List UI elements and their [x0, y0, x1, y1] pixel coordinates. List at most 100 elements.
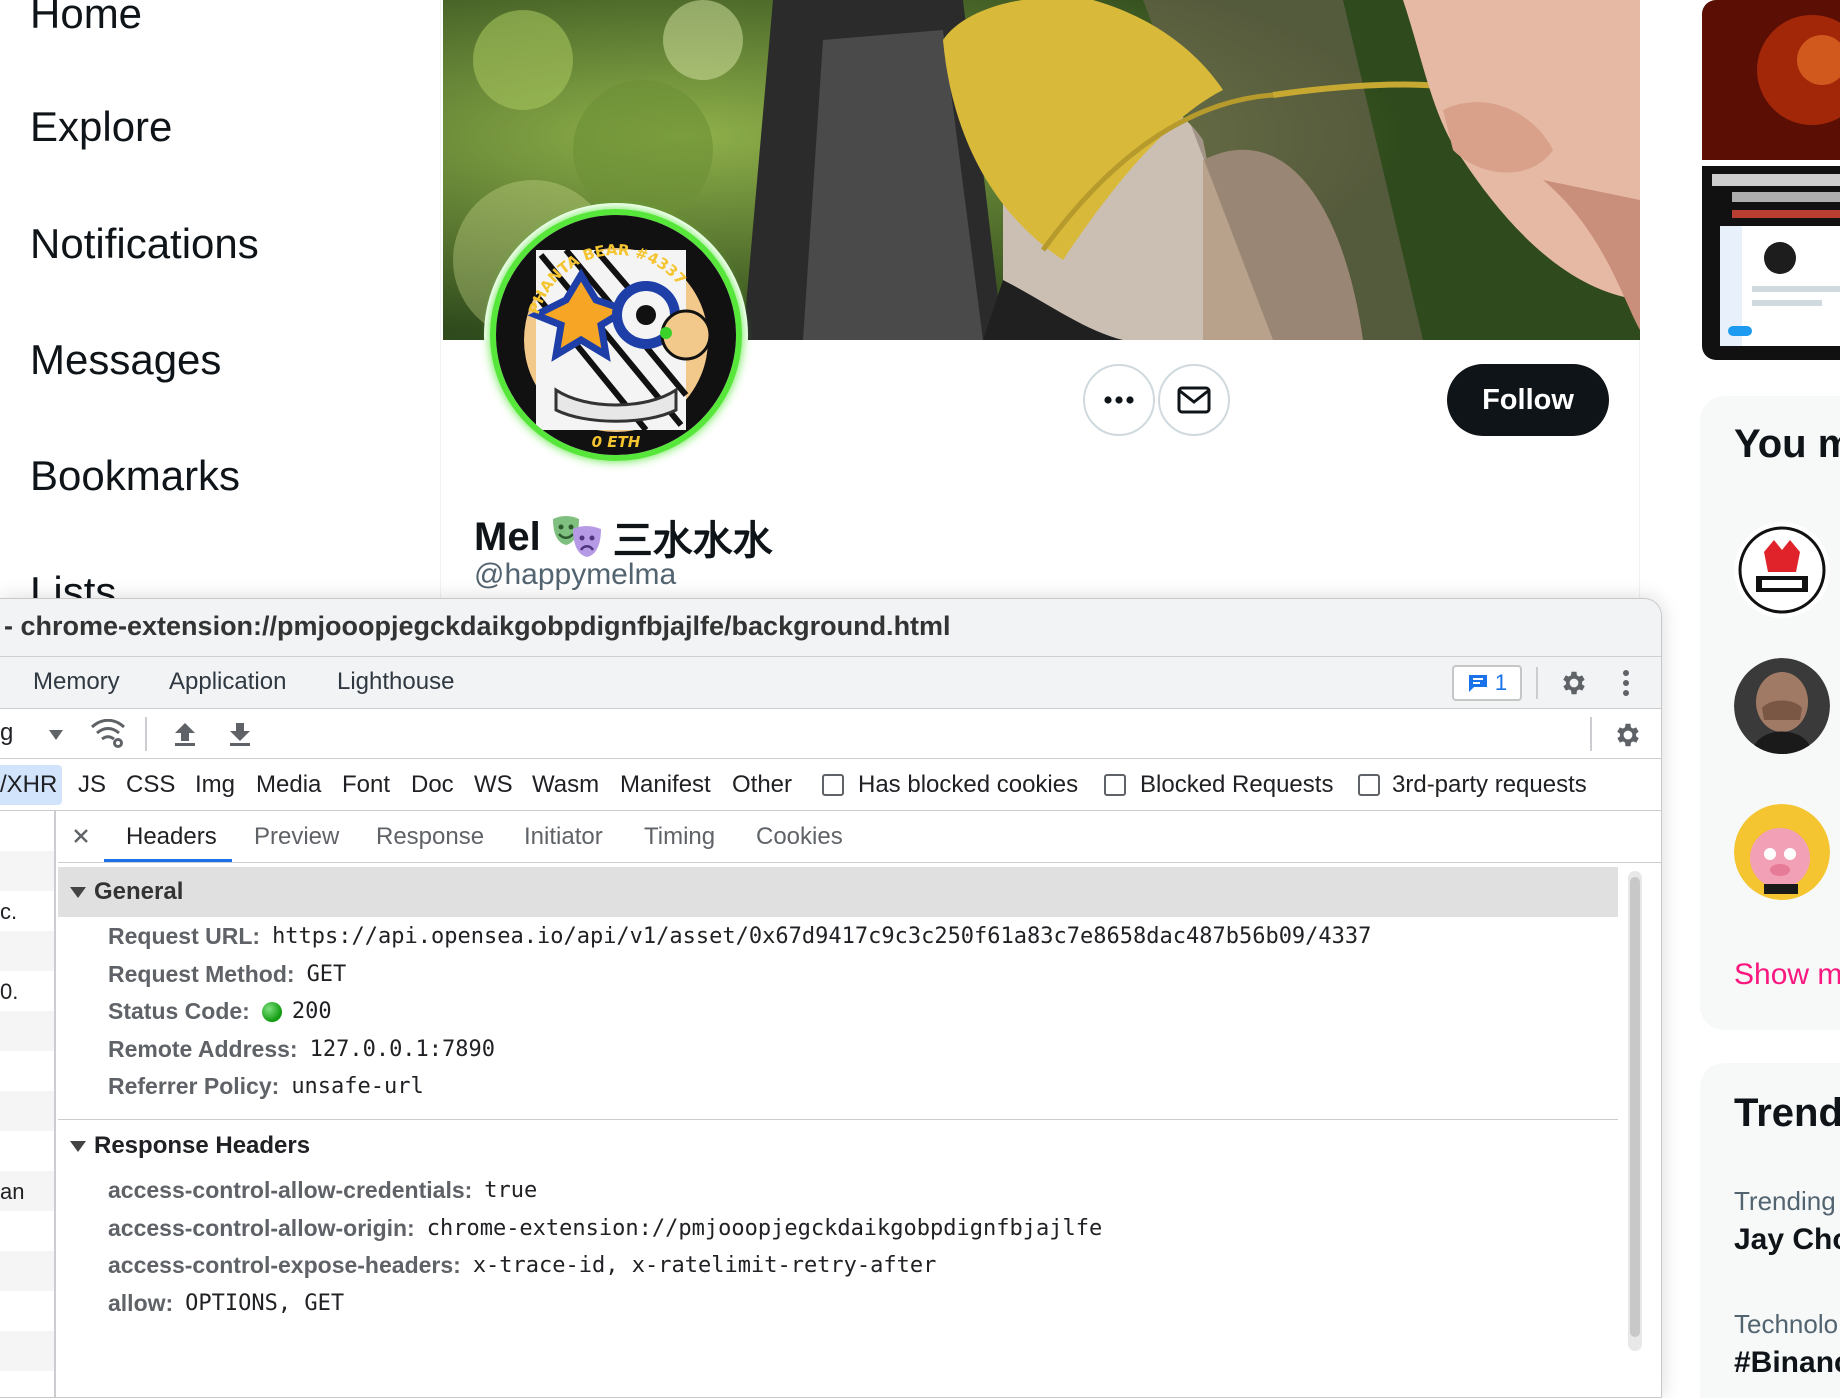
header-row: access-control-allow-origin: chrome-exte…	[108, 1215, 1102, 1242]
header-row: Referrer Policy: unsafe-url	[108, 1073, 424, 1100]
request-row[interactable]	[0, 1211, 54, 1251]
settings-gear-icon[interactable]	[1556, 665, 1592, 701]
filter-media[interactable]: Media	[256, 771, 321, 799]
header-value: chrome-extension://pmjooopjegckdaikgobpd…	[426, 1216, 1103, 1241]
request-name-fragment: c.	[0, 899, 18, 924]
suggestion-avatar-3[interactable]	[1734, 804, 1830, 900]
network-settings-gear-icon[interactable]	[1610, 717, 1646, 753]
throttling-select-label[interactable]: g	[0, 719, 13, 747]
header-key: Remote Address:	[108, 1036, 298, 1062]
follow-button[interactable]: Follow	[1447, 364, 1609, 436]
separator	[1536, 667, 1538, 699]
tab-response[interactable]: Response	[376, 823, 484, 851]
detail-tabs: Headers Preview Response Initiator Timin…	[58, 811, 1661, 863]
filter-ws[interactable]: WS	[474, 771, 513, 799]
request-list: c. 0. an	[0, 811, 56, 1397]
request-row[interactable]	[0, 1291, 54, 1331]
has-blocked-cookies-label[interactable]: Has blocked cookies	[858, 771, 1078, 799]
request-name-fragment: 0.	[0, 979, 19, 1004]
devtools-title-bar[interactable]: - chrome-extension://pmjooopjegckdaikgob…	[0, 599, 1661, 657]
request-row[interactable]: 0.	[0, 971, 54, 1011]
trend-category-1: Trending	[1734, 1186, 1836, 1216]
tab-memory[interactable]: Memory	[33, 668, 120, 696]
issues-badge[interactable]: 1	[1452, 665, 1522, 701]
close-icon[interactable]	[68, 823, 94, 849]
trend-category-2: Technolo	[1734, 1309, 1839, 1339]
nav-notifications[interactable]: Notifications	[30, 220, 259, 268]
request-row[interactable]	[0, 1051, 54, 1091]
response-headers-section-header[interactable]: Response Headers	[58, 1121, 1618, 1171]
tab-initiator[interactable]: Initiator	[524, 823, 603, 851]
request-row[interactable]	[0, 1331, 54, 1371]
request-row[interactable]	[0, 931, 54, 971]
scrollbar-thumb[interactable]	[1630, 877, 1640, 1337]
dropdown-arrow-icon[interactable]	[46, 725, 66, 745]
third-party-requests-label[interactable]: 3rd-party requests	[1392, 771, 1587, 799]
general-section-title: General	[94, 878, 184, 905]
tab-headers[interactable]: Headers	[126, 823, 217, 851]
request-row[interactable]	[0, 1131, 54, 1171]
tab-application[interactable]: Application	[169, 668, 286, 696]
tab-timing[interactable]: Timing	[644, 823, 715, 851]
nav-bookmarks[interactable]: Bookmarks	[30, 452, 240, 500]
display-name-text: Mel	[474, 514, 541, 559]
filter-font[interactable]: Font	[342, 771, 390, 799]
request-detail-pane: Headers Preview Response Initiator Timin…	[58, 811, 1661, 1397]
request-row[interactable]	[0, 851, 54, 891]
nav-messages[interactable]: Messages	[30, 336, 221, 384]
filter-wasm[interactable]: Wasm	[532, 771, 599, 799]
request-row[interactable]: an	[0, 1171, 54, 1211]
has-blocked-cookies-checkbox[interactable]	[822, 774, 844, 796]
header-key: Status Code:	[108, 998, 250, 1024]
nav-explore[interactable]: Explore	[30, 103, 172, 151]
suggestion-avatar-1[interactable]	[1734, 522, 1830, 618]
tab-lighthouse[interactable]: Lighthouse	[337, 668, 454, 696]
request-row[interactable]	[0, 1091, 54, 1131]
active-tab-indicator	[104, 859, 232, 862]
more-options-button[interactable]	[1083, 364, 1155, 436]
filter-other[interactable]: Other	[732, 771, 792, 799]
profile-avatar[interactable]: PHANTA BEAR #4337 0 ETH	[484, 203, 748, 467]
filter-manifest[interactable]: Manifest	[620, 771, 711, 799]
header-key: access-control-expose-headers:	[108, 1252, 461, 1278]
request-row[interactable]	[0, 1011, 54, 1051]
import-har-icon[interactable]	[170, 719, 200, 749]
nav-home[interactable]: Home	[30, 0, 142, 38]
network-conditions-icon[interactable]	[88, 717, 128, 751]
suggestion-avatar-2[interactable]	[1734, 658, 1830, 754]
trend-name-2[interactable]: #Binanc	[1734, 1346, 1840, 1380]
request-row[interactable]: c.	[0, 891, 54, 931]
profile-column: PHANTA BEAR #4337 0 ETH Follow Mel 三水水水 …	[440, 0, 1640, 600]
header-row: allow: OPTIONS, GET	[108, 1290, 344, 1317]
request-row[interactable]	[0, 1251, 54, 1291]
tab-cookies[interactable]: Cookies	[756, 823, 843, 851]
more-horizontal-icon	[1104, 396, 1134, 404]
export-har-icon[interactable]	[225, 719, 255, 749]
message-button[interactable]	[1158, 364, 1230, 436]
tab-preview[interactable]: Preview	[254, 823, 339, 851]
filter-fetch-xhr[interactable]: /XHR	[0, 771, 57, 799]
header-key: access-control-allow-credentials:	[108, 1177, 473, 1203]
header-row: Request Method: GET	[108, 961, 346, 988]
filter-css[interactable]: CSS	[126, 771, 175, 799]
right-sidebar: You m Show m Trend Trending Jay Cho Tech…	[1700, 0, 1840, 1398]
blocked-requests-label[interactable]: Blocked Requests	[1140, 771, 1333, 799]
request-row[interactable]	[0, 811, 54, 851]
blocked-requests-checkbox[interactable]	[1104, 774, 1126, 796]
header-key: access-control-allow-origin:	[108, 1215, 415, 1241]
header-row: access-control-allow-credentials: true	[108, 1177, 537, 1204]
header-row: Status Code: 200	[108, 998, 332, 1025]
media-thumbnail-1[interactable]	[1702, 0, 1840, 160]
trend-name-1[interactable]: Jay Cho	[1734, 1223, 1840, 1257]
header-row: Request URL: https://api.opensea.io/api/…	[108, 923, 1371, 950]
third-party-requests-checkbox[interactable]	[1358, 774, 1380, 796]
kebab-menu-icon[interactable]	[1616, 665, 1636, 701]
general-section-header[interactable]: General	[58, 867, 1618, 917]
filter-img[interactable]: Img	[195, 771, 235, 799]
filter-js[interactable]: JS	[78, 771, 106, 799]
media-thumbnail-2[interactable]	[1702, 166, 1840, 360]
header-key: Request URL:	[108, 923, 261, 949]
filter-doc[interactable]: Doc	[411, 771, 454, 799]
header-row: Remote Address: 127.0.0.1:7890	[108, 1036, 495, 1063]
show-more-link[interactable]: Show m	[1734, 958, 1840, 992]
